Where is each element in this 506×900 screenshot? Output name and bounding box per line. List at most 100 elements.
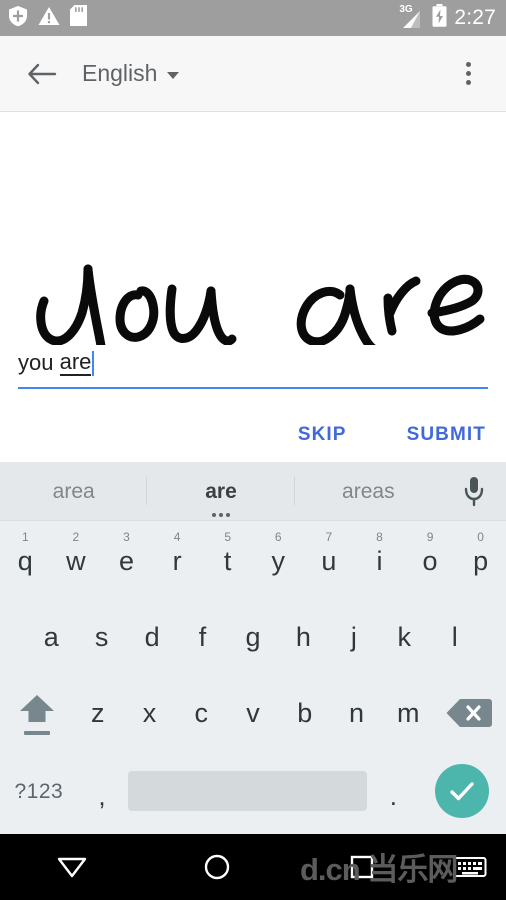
key-label: z (90, 697, 105, 728)
key-label: . (389, 781, 398, 811)
key-c[interactable]: c (175, 675, 227, 751)
key-hint: 2 (72, 530, 80, 544)
voice-input-button[interactable] (442, 475, 506, 507)
suggestion-strip: area are areas (0, 462, 506, 521)
key-label: i (376, 545, 383, 576)
key-label: a (43, 621, 59, 652)
key-w[interactable]: 2 w (51, 523, 102, 599)
key-hint: 3 (123, 530, 130, 544)
key-y[interactable]: 6 y (253, 523, 304, 599)
nav-back-triangle-icon (58, 857, 87, 878)
keyboard-row-4: ?123 , . (0, 751, 506, 831)
key-label: q (17, 545, 33, 576)
status-bar-right-icons: 3G 2:27 (399, 4, 496, 32)
key-label: n (348, 697, 364, 728)
key-h[interactable]: h (278, 599, 328, 675)
submit-button[interactable]: SUBMIT (405, 420, 488, 450)
nav-home-button[interactable] (145, 834, 290, 900)
app-bar: English (0, 36, 506, 112)
key-p[interactable]: 0 p (455, 523, 506, 599)
key-hint: 7 (325, 530, 333, 544)
key-label: t (223, 545, 232, 576)
key-hint: 8 (376, 530, 383, 544)
status-clock: 2:27 (454, 6, 496, 29)
suggestion-item-2[interactable]: areas (295, 481, 442, 502)
recognized-text-field[interactable]: you are (18, 348, 488, 389)
overflow-dot (465, 80, 471, 85)
enter-key[interactable] (420, 753, 504, 829)
soft-keyboard: area are areas 1 q 2 w 3 e 4 r 5 t 6 y 7… (0, 462, 506, 834)
nav-recents-square-icon (350, 855, 373, 879)
key-m[interactable]: m (382, 675, 434, 751)
sd-card-icon (70, 5, 87, 31)
nav-back-button[interactable] (0, 834, 145, 900)
battery-charging-icon (432, 4, 447, 32)
key-hint: 0 (477, 530, 484, 544)
handwriting-canvas[interactable] (0, 113, 506, 345)
key-q[interactable]: 1 q (0, 523, 51, 599)
key-label: x (142, 697, 157, 728)
key-u[interactable]: 7 u (304, 523, 355, 599)
shift-key[interactable] (2, 675, 72, 751)
overflow-menu-button[interactable] (448, 46, 488, 102)
navigation-bar (0, 834, 506, 900)
skip-button[interactable]: SKIP (296, 420, 349, 450)
keyboard-row-1: 1 q 2 w 3 e 4 r 5 t 6 y 7 u 8 i 9 o 0 p (0, 523, 506, 599)
suggestion-label: are (205, 479, 237, 503)
comma-key[interactable]: , (76, 753, 129, 829)
key-k[interactable]: k (379, 599, 429, 675)
enter-key-circle (434, 764, 489, 818)
key-g[interactable]: g (228, 599, 278, 675)
signal-3g-icon: 3G (399, 5, 425, 29)
key-label: m (396, 697, 420, 728)
key-hint: 9 (426, 530, 434, 544)
android-screen: 3G 2:27 English you are SKIP SUBMIT area… (0, 0, 506, 900)
suggestion-label: area (52, 479, 95, 503)
key-x[interactable]: x (124, 675, 176, 751)
key-a[interactable]: a (26, 599, 76, 675)
key-hint: 6 (274, 530, 282, 544)
space-key[interactable] (128, 753, 368, 829)
key-label: j (350, 621, 357, 652)
key-hint: 1 (21, 530, 29, 544)
key-s[interactable]: s (76, 599, 126, 675)
suggestion-expand-dots-icon[interactable] (211, 512, 230, 517)
keyboard-row-2: a s d f g h j k l (0, 599, 506, 675)
keyboard-icon (453, 857, 487, 877)
key-e[interactable]: 3 e (101, 523, 152, 599)
period-key[interactable]: . (367, 753, 420, 829)
backspace-key[interactable] (434, 675, 504, 751)
back-button[interactable] (14, 46, 70, 102)
key-label: , (98, 781, 106, 811)
key-hint: 4 (173, 530, 181, 544)
key-v[interactable]: v (227, 675, 279, 751)
key-r[interactable]: 4 r (152, 523, 203, 599)
suggestion-item-1[interactable]: are (147, 477, 295, 517)
field-text-content: you are (18, 348, 488, 378)
key-label: ?123 (14, 779, 64, 803)
key-d[interactable]: d (127, 599, 177, 675)
key-j[interactable]: j (329, 599, 379, 675)
nav-recents-button[interactable] (289, 834, 434, 900)
language-selector[interactable]: English (82, 62, 180, 85)
key-l[interactable]: l (430, 599, 480, 675)
key-t[interactable]: 5 t (202, 523, 253, 599)
field-underline (18, 387, 488, 389)
symbols-key[interactable]: ?123 (2, 753, 76, 829)
key-label: w (66, 545, 86, 576)
committed-text: you (18, 350, 60, 375)
backspace-icon (446, 699, 493, 727)
keyboard-switcher-button[interactable] (434, 834, 506, 900)
suggestion-label: areas (342, 479, 395, 503)
check-icon (450, 782, 474, 801)
key-z[interactable]: z (72, 675, 124, 751)
text-caret (92, 350, 95, 376)
key-b[interactable]: b (279, 675, 331, 751)
key-label: b (297, 697, 313, 728)
suggestion-item-0[interactable]: area (0, 477, 148, 505)
key-f[interactable]: f (177, 599, 227, 675)
key-o[interactable]: 9 o (405, 523, 456, 599)
status-bar: 3G 2:27 (0, 0, 506, 36)
key-n[interactable]: n (331, 675, 383, 751)
key-i[interactable]: 8 i (354, 523, 405, 599)
